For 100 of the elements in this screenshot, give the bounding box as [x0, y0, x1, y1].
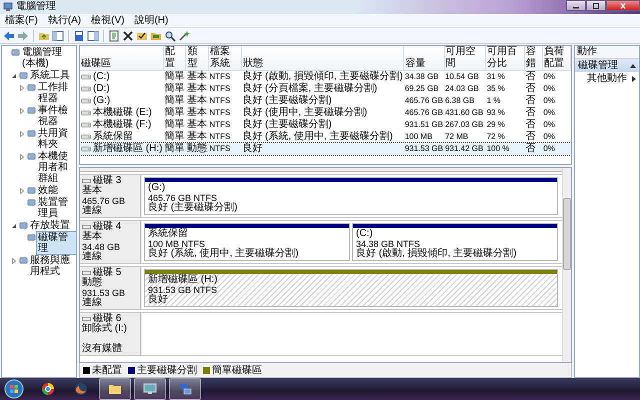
column-header[interactable]: 類型 [186, 46, 208, 70]
menu-item[interactable]: 檢視(V) [86, 14, 130, 26]
partition-block[interactable]: 系統保留 100 MB NTFS 良好 (系統, 使用中, 主要磁碟分割) [144, 223, 350, 261]
table-cell: 簡單 [163, 143, 186, 155]
table-cell: 72 % [486, 131, 524, 143]
table-row[interactable]: (D:) 簡單 基本 NTFS 良好 (分頁檔案, 主要磁碟分割) 69.25 GB 24.03 GB 35 % 否 0% [80, 83, 570, 95]
network-computers-icon [178, 382, 192, 396]
disk-type: 卸除式 (I:) [82, 324, 128, 334]
table-row[interactable]: (G:) 簡單 基本 NTFS 良好 (主要磁碟分割) 465.76 GB 6.38 GB 1 % 否 0% [80, 95, 570, 107]
browser-icon[interactable] [41, 382, 55, 396]
table-cell-text: NTFS [208, 95, 232, 107]
table-cell-text: 69.25 GB [404, 83, 440, 95]
disk-name: 磁碟 4 [93, 222, 122, 232]
maximize-button[interactable] [586, 0, 606, 11]
column-header[interactable]: 容量 [404, 46, 444, 70]
drive-icon [81, 86, 91, 92]
action-group-header[interactable]: 磁碟管理 [575, 59, 639, 72]
collapse-arrow-icon[interactable] [11, 222, 17, 228]
action-link[interactable]: 其他動作 [587, 73, 627, 85]
legend-label: 未配置 [92, 364, 122, 377]
tree-item[interactable]: 本機使用者和群組 [37, 151, 76, 184]
scrollbar[interactable] [562, 168, 571, 362]
tree-item[interactable]: 工作排程器 [37, 82, 76, 104]
tree-item[interactable]: 事件檢視器 [37, 105, 76, 127]
tree-pane-icon[interactable] [52, 30, 64, 42]
table-row[interactable]: 新增磁碟區 (H:) 簡單 動態 NTFS 良好 931.53 GB 931.42 GB 100 % 否 0% [80, 143, 570, 155]
tree-item[interactable]: 存放裝置 [29, 220, 71, 231]
partition-status: 良好 [148, 295, 169, 305]
expand-arrow-icon[interactable] [19, 130, 25, 136]
node-icon [27, 152, 36, 161]
column-header[interactable]: 磁碟區 [80, 46, 164, 70]
menu-item[interactable]: 說明(H) [129, 14, 174, 26]
delete-icon[interactable] [122, 30, 134, 42]
partition-block[interactable]: (G:) 465.76 GB NTFS 良好 (主要磁碟分割) [144, 177, 558, 215]
expand-arrow-icon[interactable] [19, 188, 25, 194]
expand-arrow-icon[interactable] [11, 258, 17, 264]
table-cell-text: 35 % [486, 83, 506, 95]
table-cell: 34.38 GB [404, 70, 444, 83]
column-header[interactable]: 負荷配置 [542, 46, 570, 70]
minimize-button[interactable] [566, 0, 586, 11]
table-cell-text: NTFS [208, 119, 232, 131]
disk-name: 磁碟 6 [93, 314, 122, 324]
expand-arrow-icon[interactable] [19, 154, 25, 160]
table-cell-text: 簡單 [163, 83, 186, 95]
menu-item[interactable]: 檔案(F) [0, 14, 43, 26]
globe-icon[interactable] [74, 382, 88, 396]
table-cell: 931.51 GB [404, 119, 444, 131]
table-cell-text: 基本 [186, 83, 208, 94]
computer-icon [3, 2, 13, 12]
close-button[interactable] [606, 0, 640, 11]
partition-size: 34.38 GB NTFS [356, 239, 420, 249]
partition-block[interactable]: 新增磁碟區 (H:) 931.53 GB NTFS 良好 [144, 269, 558, 307]
tree-item[interactable]: 效能 [37, 185, 59, 196]
table-cell: 新增磁碟區 (H:) [93, 143, 162, 155]
partition-status: 良好 (啟動, 損毀傾印, 主要磁碟分割) [356, 249, 518, 259]
table-cell: 72 MB [444, 131, 486, 143]
start-button[interactable] [4, 379, 24, 399]
expand-arrow-icon[interactable] [19, 84, 25, 90]
expand-arrow-icon[interactable] [19, 108, 25, 114]
help-book-icon[interactable] [73, 30, 85, 42]
table-cell: 10.54 GB [444, 70, 486, 83]
table-cell: 100 MB [404, 131, 444, 143]
column-header[interactable]: 可用百分比 [486, 46, 524, 70]
tree-item[interactable]: 磁碟管理 [37, 232, 76, 254]
table-cell: 931.53 GB [404, 143, 444, 155]
table-cell-text: 簡單 [163, 119, 186, 131]
table-cell: 0% [542, 70, 570, 83]
table-row[interactable]: (C:) 簡單 基本 NTFS 良好 (啟動, 損毀傾印, 主要磁碟分割) 34.38 GB 10.54 GB 31 % 否 0% [80, 70, 570, 83]
table-row[interactable]: 本機磁碟 (F:) 簡單 基本 NTFS 良好 (主要磁碟分割) 931.51 GB 267.03 GB 29 % 否 0% [80, 119, 570, 131]
taskbar-app-button[interactable] [169, 378, 201, 400]
panel-icon[interactable] [87, 30, 99, 42]
back-arrow-icon[interactable] [3, 30, 15, 42]
table-cell: 100 % [486, 143, 524, 155]
tree-item[interactable]: 電腦管理 (本機) [21, 47, 76, 69]
table-cell-text: 基本 [186, 95, 208, 106]
tree-item[interactable]: 共用資料夾 [37, 128, 76, 150]
table-row[interactable]: 系統保留 簡單 基本 NTFS 良好 (系統, 使用中, 主要磁碟分割) 100 MB 72 MB 72 % 否 0% [80, 131, 570, 143]
search-icon[interactable] [164, 30, 176, 42]
monitor-icon [143, 382, 157, 396]
table-cell: 否 [524, 70, 542, 83]
table-cell-text: NTFS [208, 83, 232, 95]
column-header[interactable]: 配置 [163, 46, 186, 70]
partition-label: 新增磁碟區 (H:) [148, 275, 218, 285]
tree-item[interactable]: 裝置管理員 [37, 197, 76, 219]
tree-item[interactable]: 服務與應用程式 [29, 255, 76, 277]
drive-icon [81, 110, 91, 116]
wizard-icon[interactable] [178, 30, 190, 42]
collapse-arrow-icon[interactable] [11, 72, 17, 78]
taskbar-app-button[interactable] [99, 378, 131, 400]
node-icon [27, 129, 36, 138]
taskbar-app-button[interactable] [134, 378, 166, 400]
table-cell: 931.42 GB [444, 143, 486, 155]
properties-icon[interactable] [108, 30, 120, 42]
tree-item[interactable]: 系統工具 [29, 70, 71, 81]
menu-item[interactable]: 執行(A) [42, 14, 86, 26]
partition-block[interactable]: (C:) 34.38 GB NTFS 良好 (啟動, 損毀傾印, 主要磁碟分割) [352, 223, 558, 261]
column-header[interactable]: 狀態 [241, 46, 404, 70]
table-cell-text: 簡單 [163, 95, 186, 107]
partition-size: 465.76 GB NTFS [148, 193, 218, 203]
table-row[interactable]: 本機磁碟 (E:) 簡單 基本 NTFS 良好 (使用中, 主要磁碟分割) 465.76 GB 431.60 GB 93 % 否 0% [80, 107, 570, 119]
